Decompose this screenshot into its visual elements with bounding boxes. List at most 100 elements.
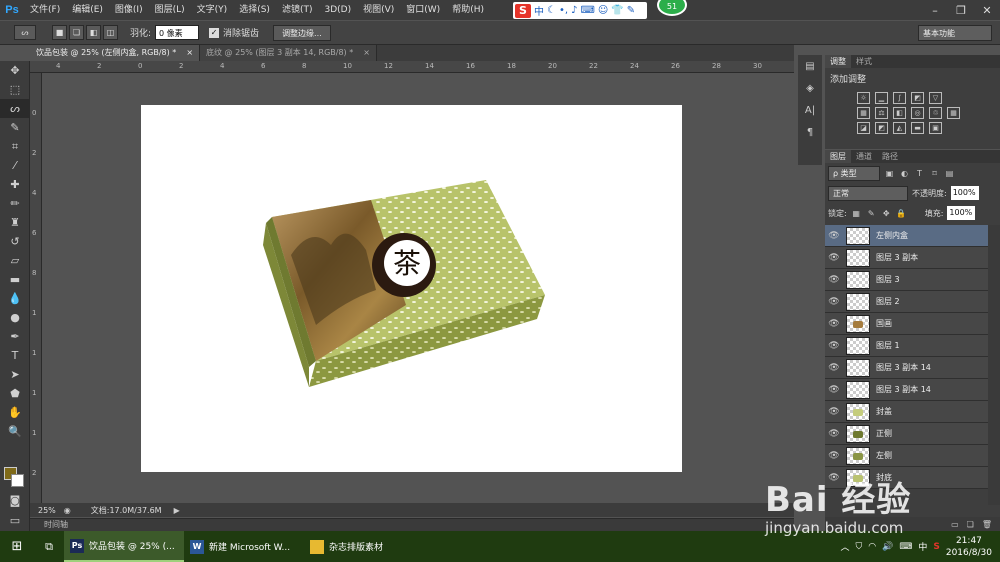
menu-filter[interactable]: 滤镜(T) — [276, 0, 319, 20]
menu-3d[interactable]: 3D(D) — [318, 0, 357, 20]
skin-shirt-icon[interactable]: 👕 — [611, 5, 623, 16]
background-color-swatch[interactable] — [11, 474, 24, 487]
taskbar-app[interactable]: 杂志排版素材 — [304, 531, 424, 562]
document-canvas[interactable]: 茶 — [141, 105, 682, 472]
pen-tool-icon[interactable]: ✒ — [0, 327, 30, 346]
eye-icon[interactable]: 👁 — [825, 297, 843, 307]
menu-layer[interactable]: 图层(L) — [149, 0, 191, 20]
punctuation-icon[interactable]: •, — [559, 5, 568, 16]
mic-icon[interactable]: ♪ — [571, 5, 577, 16]
layer-row[interactable]: 👁 图层 3 副本 14 — [825, 379, 988, 401]
invert-icon[interactable]: ◪ — [857, 122, 870, 134]
eraser-tool-icon[interactable]: ▱ — [0, 251, 30, 270]
antialias-checkbox[interactable]: ✓ — [209, 27, 220, 38]
shape-tool-icon[interactable]: ⬟ — [0, 384, 30, 403]
filter-shape-icon[interactable]: ⌑ — [929, 168, 940, 179]
filter-pixel-icon[interactable]: ▣ — [884, 168, 895, 179]
filter-type-icon[interactable]: T — [914, 168, 925, 179]
blend-mode-select[interactable]: 正常 — [828, 185, 908, 201]
character-panel-icon[interactable]: A| — [798, 99, 822, 121]
zoom-level[interactable]: 25% — [30, 506, 64, 515]
taskbar-app[interactable]: Ps 饮品包装 @ 25% (... — [64, 531, 184, 562]
restore-icon[interactable]: ❐ — [948, 0, 974, 20]
timeline-panel-tab[interactable]: 时间轴 — [30, 518, 794, 531]
moon-icon[interactable]: ☾ — [547, 5, 556, 16]
marquee-tool-icon[interactable]: ⬚ — [0, 80, 30, 99]
zoom-tool-icon[interactable]: 🔍 — [0, 422, 30, 441]
layer-row[interactable]: 👁 图层 3 副本 14 — [825, 357, 988, 379]
layer-row[interactable]: 👁 图层 3 — [825, 269, 988, 291]
threshold-icon[interactable]: ◭ — [893, 122, 906, 134]
curves-icon[interactable]: ∫ — [893, 92, 906, 104]
ime-mode-label[interactable]: 中 — [534, 3, 544, 18]
minimize-icon[interactable]: – — [922, 0, 948, 20]
move-tool-icon[interactable]: ✥ — [0, 61, 30, 80]
menu-help[interactable]: 帮助(H) — [446, 0, 490, 20]
vibrance-icon[interactable]: ▽ — [929, 92, 942, 104]
tray-volume-icon[interactable]: 🔊 — [882, 542, 893, 552]
eye-icon[interactable]: 👁 — [825, 319, 843, 329]
selective-color-icon[interactable]: ▣ — [929, 122, 942, 134]
blur-tool-icon[interactable]: 💧 — [0, 289, 30, 308]
healing-brush-icon[interactable]: ✚ — [0, 175, 30, 194]
menu-select[interactable]: 选择(S) — [233, 0, 276, 20]
layer-row[interactable]: 👁 左侧内盒 — [825, 225, 988, 247]
lasso-tool-preset-icon[interactable]: ᔕ — [14, 25, 36, 40]
brush-tool-icon[interactable]: ✏ — [0, 194, 30, 213]
delete-layer-icon[interactable]: 🗑 — [982, 520, 992, 529]
tab-adjustments[interactable]: 调整 — [825, 55, 851, 68]
refine-edge-button[interactable]: 调整边缘... — [273, 24, 331, 41]
feather-input[interactable]: 0 像素 — [155, 25, 200, 40]
eye-icon[interactable]: 👁 — [825, 231, 843, 241]
tab-channels[interactable]: 通道 — [851, 150, 877, 163]
layer-row[interactable]: 👁 国画 — [825, 313, 988, 335]
menu-image[interactable]: 图像(I) — [109, 0, 149, 20]
tab-doc-2[interactable]: 底纹 @ 25% (图层 3 副本 14, RGB/8) * × — [200, 45, 377, 61]
photo-filter-icon[interactable]: ◎ — [911, 107, 924, 119]
tray-network-icon[interactable]: ◠ — [868, 542, 876, 552]
menu-view[interactable]: 视图(V) — [357, 0, 400, 20]
tray-security-icon[interactable]: ⛉ — [856, 542, 863, 552]
task-view-icon[interactable]: ⧉ — [34, 531, 64, 562]
opacity-input[interactable]: 100% — [950, 186, 979, 200]
close-icon[interactable]: ✕ — [974, 0, 1000, 20]
menu-edit[interactable]: 编辑(E) — [66, 0, 109, 20]
layer-row[interactable]: 👁 封盖 — [825, 401, 988, 423]
channel-mixer-icon[interactable]: ♲ — [929, 107, 942, 119]
lock-transparency-icon[interactable]: ▦ — [851, 208, 862, 219]
quick-select-tool-icon[interactable]: ✎ — [0, 118, 30, 137]
tab-styles[interactable]: 样式 — [851, 55, 877, 68]
lasso-tool-icon[interactable]: ᔕ — [0, 99, 30, 118]
taskbar-clock[interactable]: 21:47 2016/8/30 — [946, 535, 992, 559]
workspace-select[interactable]: 基本功能 — [918, 25, 992, 41]
wrench-icon[interactable]: ✎ — [627, 5, 635, 16]
tab-doc-1[interactable]: 饮品包装 @ 25% (左侧内盒, RGB/8) * × — [30, 45, 201, 61]
path-select-icon[interactable]: ➤ — [0, 365, 30, 384]
gradient-tool-icon[interactable]: ▬ — [0, 270, 30, 289]
posterize-icon[interactable]: ◩ — [875, 122, 888, 134]
exposure-icon[interactable]: ◩ — [911, 92, 924, 104]
type-tool-icon[interactable]: T — [0, 346, 30, 365]
new-selection-icon[interactable]: ■ — [52, 25, 67, 40]
hand-tool-icon[interactable]: ✋ — [0, 403, 30, 422]
new-layer-icon[interactable]: ❏ — [967, 520, 974, 529]
eye-icon[interactable]: 👁 — [825, 275, 843, 285]
menu-window[interactable]: 窗口(W) — [400, 0, 446, 20]
layer-row[interactable]: 👁 正侧 — [825, 423, 988, 445]
eye-icon[interactable]: 👁 — [825, 407, 843, 417]
new-group-icon[interactable]: ▭ — [951, 520, 959, 529]
subtract-selection-icon[interactable]: ◧ — [86, 25, 101, 40]
eye-icon[interactable]: 👁 — [825, 385, 843, 395]
quick-mask-icon[interactable]: ◙ — [0, 491, 30, 510]
lock-all-icon[interactable]: 🔒 — [896, 208, 907, 219]
close-icon[interactable]: × — [363, 45, 370, 61]
status-menu-arrow-icon[interactable]: ▶ — [174, 506, 180, 515]
history-brush-icon[interactable]: ↺ — [0, 232, 30, 251]
tray-ime-label[interactable]: 中 — [918, 540, 927, 553]
add-selection-icon[interactable]: ❏ — [69, 25, 84, 40]
layer-filter-select[interactable]: ρ 类型 — [828, 165, 880, 181]
menu-file[interactable]: 文件(F) — [24, 0, 66, 20]
filter-smart-icon[interactable]: ▤ — [944, 168, 955, 179]
layer-row[interactable]: 👁 图层 3 副本 — [825, 247, 988, 269]
info-icon[interactable]: ◉ — [64, 506, 71, 515]
